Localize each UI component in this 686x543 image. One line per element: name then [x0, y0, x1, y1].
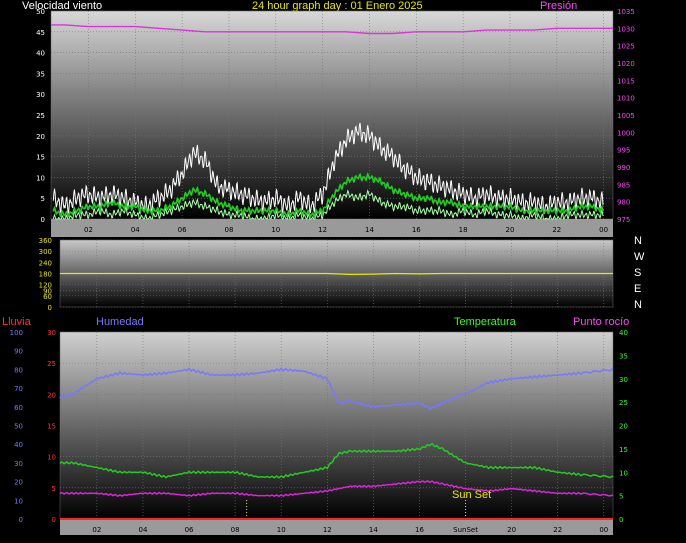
- temp-x-tick: 22: [553, 526, 562, 534]
- humidity-y-tick: 30: [14, 460, 23, 468]
- chart-title: 24 hour graph day : 01 Enero 2025: [252, 0, 423, 12]
- humidity-y-tick: 50: [14, 423, 23, 431]
- temp-x-tick: 10: [277, 526, 286, 534]
- direction-y-tick: 360: [39, 237, 52, 245]
- compass-e: E: [634, 283, 641, 295]
- temp-x-tick: 14: [369, 526, 378, 534]
- temp-x-tick: SunSet: [453, 526, 478, 534]
- temp-x-tick: 04: [138, 526, 147, 534]
- rain-y-tick: 30: [47, 329, 56, 337]
- direction-y-tick: 180: [39, 271, 52, 279]
- pressure-y-tick: 990: [617, 164, 630, 172]
- humidity-y-tick: 40: [14, 441, 23, 449]
- temperature-y-tick: 40: [619, 329, 628, 337]
- wind-y-tick: 45: [36, 29, 45, 37]
- pressure-y-tick: 985: [617, 181, 630, 189]
- temp-x-tick: 20: [507, 526, 516, 534]
- temperature-y-tick: 30: [619, 376, 628, 384]
- weather-graph: Velocidad viento 24 hour graph day : 01 …: [2, 0, 645, 535]
- direction-y-tick: 240: [39, 259, 52, 267]
- wind-x-tick: 18: [459, 226, 468, 234]
- temp-x-tick: 08: [231, 526, 240, 534]
- wind-x-tick: 02: [84, 226, 93, 234]
- temperature-y-tick: 10: [619, 469, 628, 477]
- wind-y-tick: 25: [36, 112, 45, 120]
- rain-y-tick: 15: [47, 423, 56, 431]
- humidity-y-tick: 20: [14, 479, 23, 487]
- humidity-y-tick: 70: [14, 385, 23, 393]
- rain-y-tick: 25: [47, 360, 56, 368]
- humidity-y-tick: 80: [14, 366, 23, 374]
- humidity-y-tick: 100: [10, 329, 23, 337]
- temperature-label: Temperatura: [454, 316, 517, 328]
- temp-x-tick: 16: [415, 526, 424, 534]
- pressure-y-tick: 975: [617, 216, 630, 224]
- wind-x-tick: 20: [506, 226, 515, 234]
- wind-speed-label: Velocidad viento: [22, 0, 102, 12]
- wind-y-tick: 20: [36, 133, 45, 141]
- temp-x-tick: 02: [92, 526, 101, 534]
- rain-y-tick: 20: [47, 391, 56, 399]
- dewpoint-label: Punto rocío: [573, 316, 629, 328]
- wind-y-tick: 50: [36, 8, 45, 16]
- temp-x-tick: 12: [323, 526, 332, 534]
- wind-x-tick: 14: [365, 226, 374, 234]
- rain-label: Lluvia: [2, 316, 32, 328]
- wind-x-tick: 16: [412, 226, 421, 234]
- wind-y-tick: 10: [36, 174, 45, 182]
- compass-n-top: N: [634, 235, 642, 247]
- temperature-y-tick: 25: [619, 399, 628, 407]
- humidity-y-tick: 90: [14, 348, 23, 356]
- wind-y-tick: 15: [36, 154, 45, 162]
- pressure-y-tick: 1030: [617, 25, 635, 33]
- rain-y-tick: 0: [52, 516, 56, 524]
- rain-y-tick: 10: [47, 454, 56, 462]
- direction-y-tick: 120: [39, 282, 52, 290]
- compass-n-bottom: N: [634, 299, 642, 311]
- wind-y-tick: 40: [36, 50, 45, 58]
- compass-s: S: [634, 267, 641, 279]
- wind-x-tick: 00: [599, 226, 608, 234]
- temperature-y-tick: 15: [619, 446, 628, 454]
- wind-x-tick: 06: [178, 226, 187, 234]
- temperature-y-tick: 20: [619, 423, 628, 431]
- temperature-y-tick: 35: [619, 352, 628, 360]
- temp-x-tick: 06: [185, 526, 194, 534]
- temp-x-tick: 00: [599, 526, 608, 534]
- pressure-label: Presión: [540, 0, 577, 12]
- humidity-y-tick: 60: [14, 404, 23, 412]
- pressure-y-tick: 1035: [617, 8, 635, 16]
- temperature-y-tick: 5: [619, 493, 623, 501]
- wind-x-tick: 04: [131, 226, 140, 234]
- pressure-y-tick: 1015: [617, 77, 635, 85]
- pressure-y-tick: 1005: [617, 112, 635, 120]
- pressure-y-tick: 1020: [617, 60, 635, 68]
- pressure-y-tick: 1025: [617, 43, 635, 51]
- humidity-label: Humedad: [96, 316, 144, 328]
- wind-y-tick: 30: [36, 91, 45, 99]
- wind-y-tick: 35: [36, 70, 45, 78]
- humidity-y-tick: 10: [14, 497, 23, 505]
- pressure-y-tick: 980: [617, 199, 630, 207]
- pressure-y-tick: 1010: [617, 95, 635, 103]
- wind-x-tick: 12: [318, 226, 327, 234]
- wind-y-tick: 5: [41, 195, 45, 203]
- compass-w: W: [634, 251, 645, 263]
- direction-y-tick: 0: [48, 304, 52, 312]
- sunset-label: Sun Set: [452, 489, 491, 501]
- direction-y-tick: 300: [39, 248, 52, 256]
- pressure-y-tick: 1000: [617, 129, 635, 137]
- wind-x-tick: 08: [225, 226, 234, 234]
- rain-y-tick: 5: [52, 485, 56, 493]
- wind-x-tick: 22: [552, 226, 561, 234]
- wind-x-tick: 10: [271, 226, 280, 234]
- humidity-y-tick: 0: [19, 516, 23, 524]
- pressure-y-tick: 995: [617, 147, 630, 155]
- wind-y-tick: 0: [41, 216, 45, 224]
- temperature-y-tick: 0: [619, 516, 623, 524]
